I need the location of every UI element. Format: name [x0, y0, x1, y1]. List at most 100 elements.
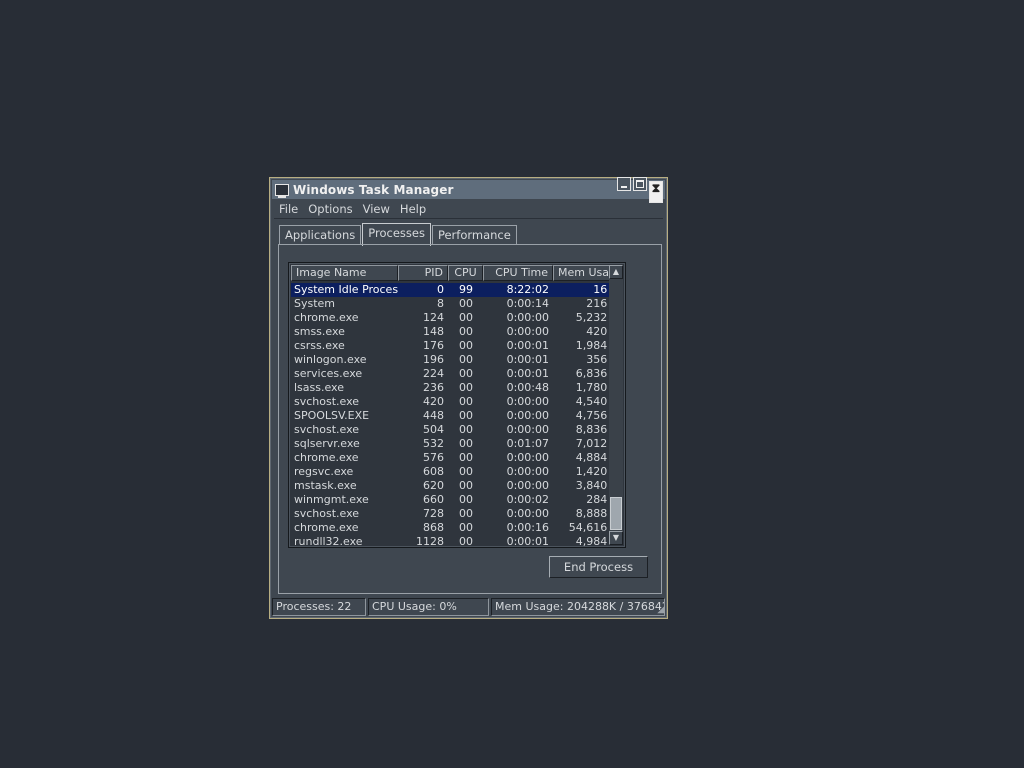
table-row[interactable]: lsass.exe 236 00 0:00:48 1,780 K: [291, 381, 622, 395]
cell-image-name: chrome.exe: [294, 521, 359, 534]
cell-cpu-time: 0:00:02: [506, 493, 549, 506]
table-row[interactable]: System 8 00 0:00:14 216 K: [291, 297, 622, 311]
table-row[interactable]: svchost.exe 504 00 0:00:00 8,836 K: [291, 423, 622, 437]
table-row[interactable]: regsvc.exe 608 00 0:00:00 1,420 K: [291, 465, 622, 479]
cell-cpu-time: 0:00:00: [506, 479, 549, 492]
list-header: Image Name PID CPU CPU Time Mem Usage: [291, 265, 623, 281]
cell-cpu: 00: [459, 507, 473, 520]
cell-cpu: 00: [459, 493, 473, 506]
cell-cpu: 00: [459, 437, 473, 450]
table-row[interactable]: chrome.exe 868 00 0:00:16 54,616 K: [291, 521, 622, 535]
window-title: Windows Task Manager: [293, 182, 454, 197]
table-row[interactable]: svchost.exe 728 00 0:00:00 8,888 K: [291, 507, 622, 521]
cell-image-name: services.exe: [294, 367, 363, 380]
status-processes: Processes: 22: [272, 598, 366, 616]
menu-file[interactable]: File: [274, 202, 303, 216]
list-body: System Idle Process 0 99 8:22:02 16 K System 8…: [291, 283, 622, 548]
cell-image-name: rundll32.exe: [294, 535, 363, 548]
cell-image-name: winlogon.exe: [294, 353, 367, 366]
cell-cpu: 00: [459, 521, 473, 534]
cell-cpu-time: 0:00:48: [506, 381, 549, 394]
cell-pid: 8: [437, 297, 444, 310]
cell-cpu-time: 0:00:00: [506, 507, 549, 520]
cell-cpu-time: 0:00:00: [506, 311, 549, 324]
scroll-thumb[interactable]: [610, 497, 622, 530]
title-bar[interactable]: Windows Task Manager ⧗: [272, 176, 665, 203]
table-row[interactable]: services.exe 224 00 0:00:01 6,836 K: [291, 367, 622, 381]
cell-cpu-time: 0:00:00: [506, 423, 549, 436]
cell-pid: 148: [423, 325, 444, 338]
table-row[interactable]: smss.exe 148 00 0:00:00 420 K: [291, 325, 622, 339]
cell-image-name: smss.exe: [294, 325, 345, 338]
cell-cpu-time: 0:00:16: [506, 521, 549, 534]
title-buttons: ⧗: [617, 176, 663, 203]
menu-view[interactable]: View: [358, 202, 395, 216]
table-row[interactable]: chrome.exe 576 00 0:00:00 4,884 K: [291, 451, 622, 465]
scroll-down-icon[interactable]: ▼: [609, 531, 623, 545]
cell-image-name: svchost.exe: [294, 395, 360, 408]
scroll-up-icon[interactable]: ▲: [609, 265, 623, 279]
cell-cpu-time: 0:00:00: [506, 451, 549, 464]
cell-pid: 532: [423, 437, 444, 450]
table-row[interactable]: winlogon.exe 196 00 0:00:01 356 K: [291, 353, 622, 367]
status-cpu-usage: CPU Usage: 0%: [368, 598, 489, 616]
tab-strip: Applications Processes Performance: [279, 223, 518, 246]
cell-cpu: 00: [459, 297, 473, 310]
cell-pid: 224: [423, 367, 444, 380]
cell-cpu: 00: [459, 339, 473, 352]
cell-cpu: 00: [459, 325, 473, 338]
column-image-name[interactable]: Image Name: [291, 265, 398, 281]
menu-options[interactable]: Options: [303, 202, 357, 216]
column-cpu-time[interactable]: CPU Time: [483, 265, 553, 281]
process-list[interactable]: Image Name PID CPU CPU Time Mem Usage Sy…: [288, 262, 626, 548]
tab-processes[interactable]: Processes: [362, 223, 431, 246]
vertical-scrollbar[interactable]: ▲ ▼: [609, 265, 623, 545]
table-row[interactable]: svchost.exe 420 00 0:00:00 4,540 K: [291, 395, 622, 409]
cell-cpu-time: 0:00:00: [506, 395, 549, 408]
cell-pid: 448: [423, 409, 444, 422]
cell-image-name: System: [294, 297, 336, 310]
table-row[interactable]: sqlservr.exe 532 00 0:01:07 7,012 K: [291, 437, 622, 451]
table-row[interactable]: SPOOLSV.EXE 448 00 0:00:00 4,756 K: [291, 409, 622, 423]
menu-help[interactable]: Help: [395, 202, 431, 216]
cell-image-name: lsass.exe: [294, 381, 344, 394]
cell-pid: 660: [423, 493, 444, 506]
resize-grip-icon[interactable]: ◢: [653, 604, 665, 616]
table-row[interactable]: rundll32.exe 1128 00 0:00:01 4,984 K: [291, 535, 622, 548]
cell-pid: 608: [423, 465, 444, 478]
cell-pid: 0: [437, 283, 444, 296]
cell-cpu: 99: [459, 283, 473, 296]
cell-cpu: 00: [459, 395, 473, 408]
cell-cpu-time: 0:00:01: [506, 535, 549, 548]
cell-cpu-time: 0:00:00: [506, 465, 549, 478]
cell-cpu-time: 0:00:01: [506, 353, 549, 366]
tab-performance[interactable]: Performance: [431, 225, 517, 245]
cell-cpu: 00: [459, 367, 473, 380]
column-cpu[interactable]: CPU: [448, 265, 483, 281]
cell-cpu: 00: [459, 479, 473, 492]
tab-applications[interactable]: Applications: [279, 225, 362, 245]
cell-cpu-time: 0:00:01: [506, 339, 549, 352]
cell-cpu-time: 0:00:14: [506, 297, 549, 310]
table-row[interactable]: csrss.exe 176 00 0:00:01 1,984 K: [291, 339, 622, 353]
monitor-icon: [275, 183, 289, 198]
cell-pid: 176: [423, 339, 444, 352]
column-pid[interactable]: PID: [398, 265, 448, 281]
minimize-button[interactable]: [617, 176, 631, 191]
cell-image-name: regsvc.exe: [294, 465, 354, 478]
cell-image-name: svchost.exe: [294, 423, 360, 436]
cell-image-name: chrome.exe: [294, 451, 359, 464]
cell-pid: 728: [423, 507, 444, 520]
cell-pid: 124: [423, 311, 444, 324]
cell-cpu: 00: [459, 311, 473, 324]
table-row[interactable]: winmgmt.exe 660 00 0:00:02 284 K: [291, 493, 622, 507]
cell-image-name: csrss.exe: [294, 339, 345, 352]
cell-cpu: 00: [459, 353, 473, 366]
table-row[interactable]: mstask.exe 620 00 0:00:00 3,840 K: [291, 479, 622, 493]
cell-pid: 504: [423, 423, 444, 436]
cell-pid: 576: [423, 451, 444, 464]
maximize-button[interactable]: [633, 176, 647, 191]
end-process-button[interactable]: End Process: [549, 556, 648, 578]
table-row[interactable]: System Idle Process 0 99 8:22:02 16 K: [291, 283, 622, 297]
table-row[interactable]: chrome.exe 124 00 0:00:00 5,232 K: [291, 311, 622, 325]
